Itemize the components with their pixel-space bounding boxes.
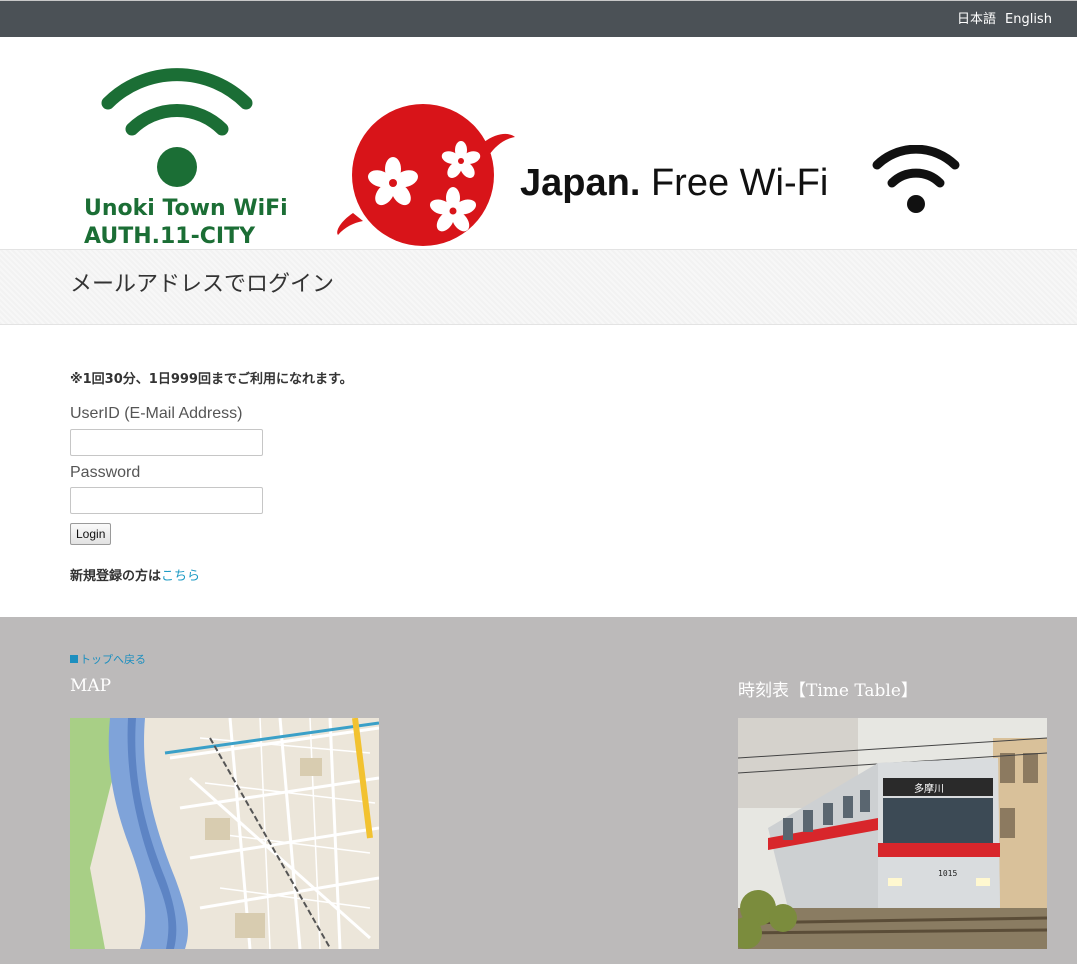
banner: Unoki Town WiFi AUTH.11-CITY Japan. Free… (0, 37, 1077, 249)
square-bullet-icon (70, 655, 78, 663)
auth-city-text: AUTH.11-CITY (84, 224, 256, 249)
map-image[interactable] (70, 718, 379, 949)
timetable-heading: 時刻表【Time Table】 (738, 681, 918, 701)
green-wifi-icon (101, 68, 253, 187)
login-button[interactable]: Login (70, 523, 112, 545)
register-text: 新規登録の方はこちら (70, 569, 201, 584)
black-wifi-icon (872, 145, 960, 213)
map-heading: MAP (70, 676, 112, 696)
page-title: メールアドレスでログイン (70, 272, 335, 297)
userid-label: UserID (E-Mail Address) (70, 405, 243, 422)
sakura-sun-icon (337, 104, 515, 246)
password-label: Password (70, 464, 141, 481)
language-english-link[interactable]: English (1005, 12, 1052, 28)
page-title-strip: メールアドレスでログイン (0, 249, 1077, 325)
japan-free-wifi-text: Japan. Free Wi-Fi (520, 162, 829, 204)
userid-input[interactable] (70, 429, 263, 456)
unoki-town-wifi-text: Unoki Town WiFi (84, 196, 288, 221)
top-bar: 日本語 English (0, 0, 1077, 37)
register-link[interactable]: こちら (161, 569, 200, 584)
footer: トップへ戻る MAP 時刻表【Time Table】 多摩川 1015 (0, 617, 1077, 964)
train-image[interactable]: 多摩川 1015 (738, 718, 1047, 949)
back-to-top-link[interactable]: トップへ戻る (70, 651, 146, 667)
usage-notice: ※1回30分、1日999回までご利用になれます。 (70, 372, 353, 387)
train-destination: 多摩川 (914, 782, 944, 795)
train-number: 1015 (938, 869, 957, 878)
password-input[interactable] (70, 487, 263, 514)
language-japanese-link[interactable]: 日本語 (957, 12, 996, 28)
